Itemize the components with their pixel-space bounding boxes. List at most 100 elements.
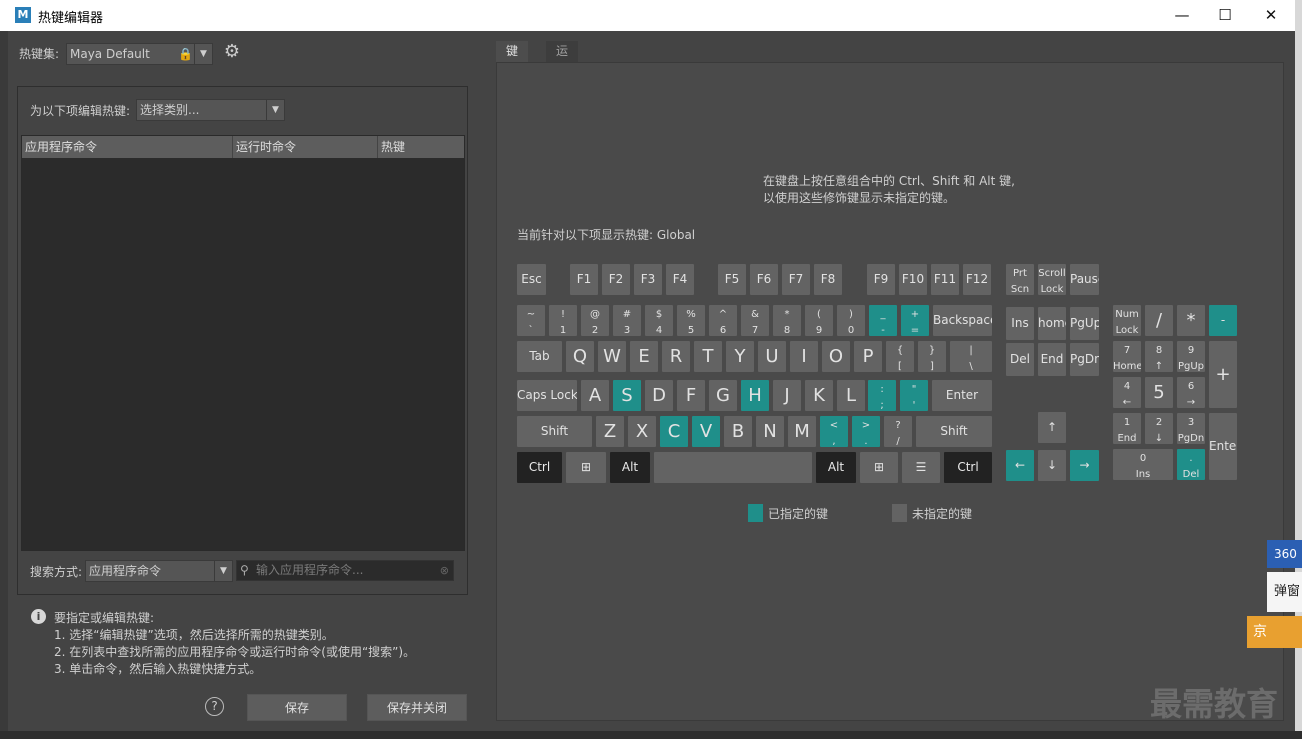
search-mode-combo[interactable]: 应用程序命令 ▼ [85, 560, 233, 582]
key-q[interactable]: Q [566, 341, 594, 372]
key-end[interactable]: End [1038, 343, 1066, 376]
hotkey-table[interactable]: 应用程序命令 运行时命令 热键 [21, 135, 465, 551]
key-f9[interactable]: F9 [867, 264, 895, 295]
key-f12[interactable]: F12 [963, 264, 991, 295]
key-numpad-6[interactable]: 6 → [1177, 377, 1205, 408]
key-num-1[interactable]: ! 1 [549, 305, 577, 336]
key-home[interactable]: home [1038, 307, 1066, 340]
key-d[interactable]: D [645, 380, 673, 411]
column-header-hotkey[interactable]: 热键 [378, 136, 466, 158]
key-windows-right[interactable]: ⊞ [860, 452, 898, 483]
key-f2[interactable]: F2 [602, 264, 630, 295]
key-v[interactable]: V [692, 416, 720, 447]
key-numpad-3[interactable]: 3 PgDn [1177, 413, 1205, 444]
key-f3[interactable]: F3 [634, 264, 662, 295]
tab-keyboard[interactable]: 键盘 [496, 41, 529, 79]
key-shift-right[interactable]: Shift [916, 416, 992, 447]
key-u[interactable]: U [758, 341, 786, 372]
key-ctrl-left[interactable]: Ctrl [517, 452, 562, 483]
chevron-down-icon[interactable]: ▼ [266, 100, 284, 120]
search-input[interactable]: ⚲ 输入应用程序命令... ⊗ [236, 560, 454, 581]
key-alt-right[interactable]: Alt [816, 452, 856, 483]
key-quote[interactable]: " ' [900, 380, 928, 411]
key-numpad-7[interactable]: 7 Home [1113, 341, 1141, 372]
key-numpad-multiply[interactable]: * [1177, 305, 1205, 336]
chevron-down-icon[interactable]: ▼ [194, 44, 212, 64]
maximize-button[interactable]: ☐ [1205, 4, 1245, 26]
key-l[interactable]: L [837, 380, 865, 411]
key-e[interactable]: E [630, 341, 658, 372]
key-f8[interactable]: F8 [814, 264, 842, 295]
key-num-10[interactable]: ) 0 [837, 305, 865, 336]
key-m[interactable]: M [788, 416, 816, 447]
key-ctrl-right[interactable]: Ctrl [944, 452, 992, 483]
key-z[interactable]: Z [596, 416, 624, 447]
key-numpad-5[interactable]: 5 [1145, 377, 1173, 408]
key-backspace[interactable]: Backspace [933, 305, 992, 336]
key-c[interactable]: C [660, 416, 688, 447]
gear-icon[interactable]: ⚙ [221, 41, 243, 63]
key-numpad-9[interactable]: 9 PgUp [1177, 341, 1205, 372]
key-o[interactable]: O [822, 341, 850, 372]
key-f4[interactable]: F4 [666, 264, 694, 295]
key-ins[interactable]: Ins [1006, 307, 1034, 340]
key-period[interactable]: >. [852, 416, 880, 447]
key-caps-lock[interactable]: Caps Lock [517, 380, 577, 411]
key-num-9[interactable]: (9 [805, 305, 833, 336]
key-menu[interactable]: ☰ [902, 452, 940, 483]
key-alt-left[interactable]: Alt [610, 452, 650, 483]
key-tab[interactable]: Tab [517, 341, 562, 372]
key-num-12[interactable]: + = [901, 305, 929, 336]
key-h[interactable]: H [741, 380, 769, 411]
side-popup-label[interactable]: 弹窗 [1267, 572, 1302, 612]
key-numpad-divide[interactable]: / [1145, 305, 1173, 336]
chevron-down-icon[interactable]: ▼ [214, 561, 232, 581]
save-and-close-button[interactable]: 保存并关闭 [367, 694, 467, 721]
key-w[interactable]: W [598, 341, 626, 372]
key-numpad-minus[interactable]: - [1209, 305, 1237, 336]
key-semicolon[interactable]: :; [868, 380, 896, 411]
key-print-screen[interactable]: Prt Scn [1006, 264, 1034, 295]
close-button[interactable]: ✕ [1251, 4, 1291, 26]
help-icon[interactable]: ? [205, 697, 224, 716]
key-brace-right[interactable]: }] [918, 341, 946, 372]
key-num-7[interactable]: & 7 [741, 305, 769, 336]
key-f10[interactable]: F10 [899, 264, 927, 295]
key-num-0[interactable]: ~ ` [517, 305, 545, 336]
key-g[interactable]: G [709, 380, 737, 411]
minimize-button[interactable]: — [1162, 4, 1202, 26]
tab-runtime-command-editor[interactable]: 运行时命令编辑器 [546, 41, 579, 205]
key-r[interactable]: R [662, 341, 690, 372]
key-scroll-lock[interactable]: Scroll Lock [1038, 264, 1066, 295]
key-space[interactable] [654, 452, 812, 483]
key-f11[interactable]: F11 [931, 264, 959, 295]
key-arrow-left[interactable]: ← [1006, 450, 1034, 481]
key-arrow-up[interactable]: ↑ [1038, 412, 1066, 443]
key-numpad-enter[interactable]: Enter [1209, 413, 1237, 480]
key-i[interactable]: I [790, 341, 818, 372]
key-slash[interactable]: ? / [884, 416, 912, 447]
key-num-4[interactable]: $4 [645, 305, 673, 336]
side-ad-banner[interactable]: 360安 [1267, 540, 1302, 568]
key-s[interactable]: S [613, 380, 641, 411]
key-f[interactable]: F [677, 380, 705, 411]
key-numpad-plus[interactable]: + [1209, 341, 1237, 408]
key-comma[interactable]: <, [820, 416, 848, 447]
clear-icon[interactable]: ⊗ [440, 561, 449, 580]
key-k[interactable]: K [805, 380, 833, 411]
hotkey-set-combo[interactable]: Maya Default 🔒 ▼ [66, 43, 213, 65]
key-y[interactable]: Y [726, 341, 754, 372]
key-f6[interactable]: F6 [750, 264, 778, 295]
key-shift-left[interactable]: Shift [517, 416, 592, 447]
key-numpad-dot[interactable]: . Del [1177, 449, 1205, 480]
key-f1[interactable]: F1 [570, 264, 598, 295]
key-b[interactable]: B [724, 416, 752, 447]
key-pipe[interactable]: | \ [950, 341, 992, 372]
key-num-2[interactable]: @2 [581, 305, 609, 336]
key-pause[interactable]: Pause [1070, 264, 1099, 295]
key-enter[interactable]: Enter [932, 380, 992, 411]
column-header-app-command[interactable]: 应用程序命令 [22, 136, 233, 158]
column-header-runtime-command[interactable]: 运行时命令 [233, 136, 378, 158]
key-j[interactable]: J [773, 380, 801, 411]
key-pgup[interactable]: PgUp [1070, 307, 1099, 340]
